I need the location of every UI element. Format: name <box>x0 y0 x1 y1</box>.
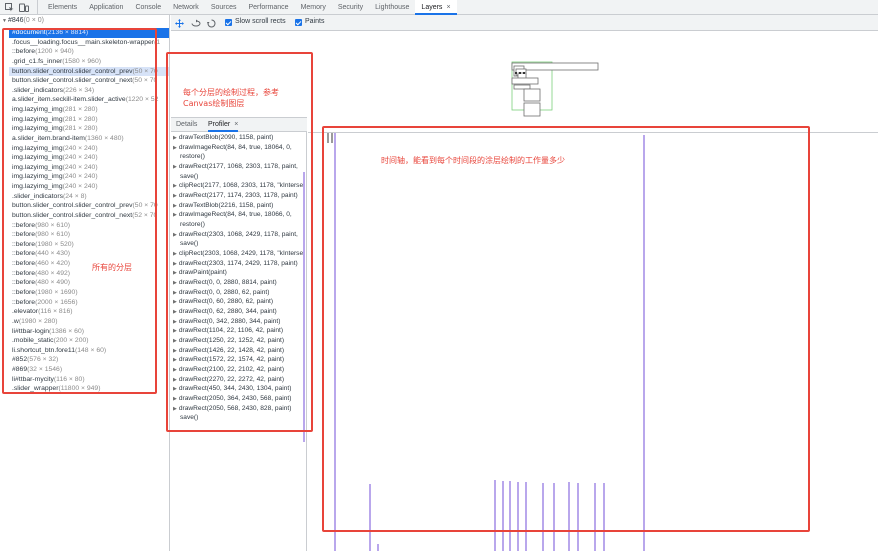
tab-memory[interactable]: Memory <box>295 0 332 15</box>
annotation-profiler-note-2: Canvas绘制图层 <box>183 99 245 108</box>
tab-network[interactable]: Network <box>167 0 205 15</box>
tab-label: Lighthouse <box>375 4 410 11</box>
tab-label: Network <box>173 4 199 11</box>
tab-label: Performance <box>248 4 289 11</box>
layer-outline-block <box>523 88 541 102</box>
paints-label: Paints <box>305 18 325 25</box>
annotation-box-profiler <box>166 52 313 432</box>
pan-mode-icon[interactable] <box>175 19 184 28</box>
tab-label: Elements <box>48 4 78 11</box>
rotate-mode-icon[interactable] <box>191 19 201 28</box>
layer-outline-block-2 <box>523 102 541 117</box>
tab-layers[interactable]: Layers × <box>415 0 457 15</box>
layer-marker-3 <box>523 72 525 74</box>
layers-view-toolbar: Slow scroll rects Paints <box>171 15 878 31</box>
tab-label: Application <box>89 4 124 11</box>
close-icon[interactable]: × <box>446 4 450 11</box>
annotation-box-layers <box>2 28 157 394</box>
tab-label: Memory <box>300 4 326 11</box>
devtools-toolbar: Elements Application Console Network Sources… <box>0 0 878 15</box>
tab-lighthouse[interactable]: Lighthouse <box>369 0 415 15</box>
annotation-box-timeline <box>322 126 810 532</box>
annotation-layers-note: 所有的分层 <box>92 263 132 272</box>
layer-tree-root[interactable]: ▼#846(0 × 0) <box>2 17 44 24</box>
tab-application[interactable]: Application <box>83 0 129 15</box>
tab-performance[interactable]: Performance <box>243 0 295 15</box>
tab-elements[interactable]: Elements <box>42 0 83 15</box>
panel-tabs: Elements Application Console Network Sources… <box>37 0 457 15</box>
timeline-paint-bar[interactable] <box>377 544 379 551</box>
reset-transform-icon[interactable] <box>207 19 216 28</box>
device-toolbar-icon[interactable] <box>19 3 29 12</box>
tab-security[interactable]: Security <box>332 0 369 15</box>
annotation-profiler-note-1: 每个分层的绘制过程，参考 <box>183 88 279 97</box>
slow-scroll-rects-label: Slow scroll rects <box>235 18 286 25</box>
layer-outline-bar <box>511 77 539 85</box>
tab-label: Sources <box>210 4 237 11</box>
layer-marker-2 <box>519 72 521 74</box>
paints-checkbox[interactable] <box>295 19 302 26</box>
expand-triangle-icon[interactable]: ▼ <box>2 18 7 24</box>
tab-label: Security <box>337 4 364 11</box>
tab-console[interactable]: Console <box>129 0 167 15</box>
tab-sources[interactable]: Sources <box>205 0 243 15</box>
annotation-timeline-note: 时间轴，能看到每个时间段的涂层绘制的工作量多少 <box>381 156 565 165</box>
slow-scroll-rects-checkbox[interactable] <box>225 19 232 26</box>
tab-label: Console <box>135 4 162 11</box>
inspect-element-icon[interactable] <box>5 3 14 12</box>
layer-marker <box>515 72 517 74</box>
tab-label: Layers <box>421 4 443 11</box>
layer-outline-strip <box>513 84 531 90</box>
